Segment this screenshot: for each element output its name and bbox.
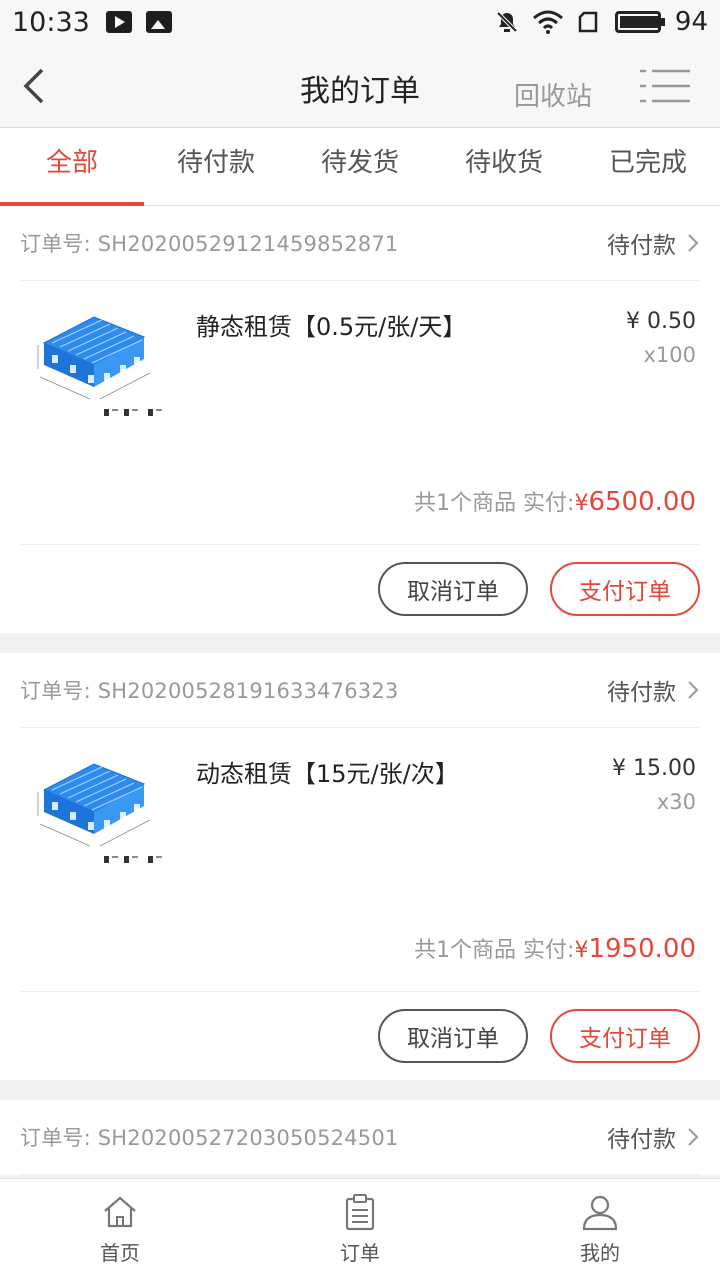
bottom-nav: 首页 订单 我的 [0, 1178, 720, 1280]
item-name: 动态租赁【15元/张/次】 [196, 760, 459, 788]
recycle-bin-link[interactable]: 回收站 [514, 76, 592, 113]
order-card: 订单号: SH20200529121459852871 待付款 静态租赁【0.5… [0, 206, 720, 633]
order-item[interactable]: 动态租赁【15元/张/次】 ¥ 15.00 x30 共1个商品 实付: ¥ 19… [20, 728, 700, 992]
tab-pending-receipt[interactable]: 待收货 [432, 128, 576, 205]
summary-label: 共1个商品 实付: [414, 491, 575, 516]
order-item[interactable]: 静态租赁【0.5元/张/天】 ¥ 0.50 x100 共1个商品 实付: ¥ 6… [20, 281, 700, 545]
order-summary: 共1个商品 实付: ¥ 6500.00 [414, 485, 696, 517]
status-time: 10:33 [12, 6, 90, 38]
bottom-nav-orders[interactable]: 订单 [240, 1179, 480, 1280]
status-bar: 10:33 94 [0, 0, 720, 44]
chevron-right-icon [688, 681, 699, 699]
order-status[interactable]: 待付款 [607, 226, 700, 260]
order-actions: 取消订单 支付订单 [20, 545, 700, 633]
item-quantity: x100 [643, 343, 696, 367]
order-list: 订单号: SH20200529121459852871 待付款 静态租赁【0.5… [0, 206, 720, 1195]
tab-all[interactable]: 全部 [0, 128, 144, 206]
order-status[interactable]: 待付款 [607, 673, 700, 707]
media-play-icon [105, 11, 132, 33]
pallet-product-image [37, 763, 162, 863]
order-actions: 取消订单 支付订单 [20, 992, 700, 1080]
navbar: 我的订单 回收站 [0, 44, 720, 128]
image-icon [145, 11, 172, 33]
order-number: 订单号: SH20200528191633476323 [20, 679, 399, 703]
order-header[interactable]: 订单号: SH20200529121459852871 待付款 [20, 206, 700, 281]
bottom-nav-home-label: 首页 [100, 1241, 140, 1265]
chevron-right-icon [688, 1128, 699, 1146]
item-quantity: x30 [656, 790, 696, 814]
bottom-nav-profile-label: 我的 [580, 1241, 620, 1265]
bell-muted-icon [495, 10, 519, 34]
tab-pending-payment[interactable]: 待付款 [144, 128, 288, 205]
pay-order-button[interactable]: 支付订单 [550, 562, 700, 616]
bottom-nav-profile[interactable]: 我的 [480, 1179, 720, 1280]
order-status[interactable]: 待付款 [607, 1120, 700, 1154]
currency-symbol: ¥ [574, 491, 589, 516]
tab-pending-shipment[interactable]: 待发货 [288, 128, 432, 205]
order-tabs: 全部 待付款 待发货 待收货 已完成 [0, 128, 720, 206]
page-title: 我的订单 [300, 74, 420, 109]
order-number: 订单号: SH20200529121459852871 [20, 232, 399, 256]
sim-icon [577, 10, 601, 34]
total-amount: 1950.00 [588, 934, 696, 964]
pay-order-button[interactable]: 支付订单 [550, 1009, 700, 1063]
order-card: 订单号: SH20200528191633476323 待付款 动态租赁【15元… [0, 653, 720, 1080]
item-name: 静态租赁【0.5元/张/天】 [196, 313, 467, 341]
wifi-icon [532, 10, 563, 34]
pallet-product-image [37, 316, 162, 416]
home-icon [104, 1196, 136, 1228]
order-status-label: 待付款 [607, 1127, 676, 1153]
cancel-order-button[interactable]: 取消订单 [378, 562, 528, 616]
order-header[interactable]: 订单号: SH20200528191633476323 待付款 [20, 653, 700, 728]
item-price: ¥ 15.00 [612, 756, 696, 781]
tab-completed[interactable]: 已完成 [576, 128, 720, 205]
order-header[interactable]: 订单号: SH20200527203050524501 待付款 [20, 1100, 700, 1175]
summary-label: 共1个商品 实付: [414, 938, 575, 963]
bottom-nav-home[interactable]: 首页 [0, 1179, 240, 1280]
order-card: 订单号: SH20200527203050524501 待付款 [0, 1100, 720, 1175]
user-icon [582, 1195, 618, 1231]
order-status-label: 待付款 [607, 233, 676, 259]
menu-list-icon[interactable] [640, 68, 690, 104]
bottom-nav-orders-label: 订单 [340, 1241, 380, 1265]
order-number: 订单号: SH20200527203050524501 [20, 1126, 399, 1150]
chevron-right-icon [688, 234, 699, 252]
total-amount: 6500.00 [588, 487, 696, 517]
battery-icon [614, 11, 665, 33]
order-summary: 共1个商品 实付: ¥ 1950.00 [414, 932, 696, 964]
item-price: ¥ 0.50 [626, 309, 696, 334]
order-status-label: 待付款 [607, 680, 676, 706]
clipboard-icon [345, 1194, 375, 1231]
cancel-order-button[interactable]: 取消订单 [378, 1009, 528, 1063]
currency-symbol: ¥ [574, 938, 589, 963]
battery-level: 94 [674, 7, 708, 37]
